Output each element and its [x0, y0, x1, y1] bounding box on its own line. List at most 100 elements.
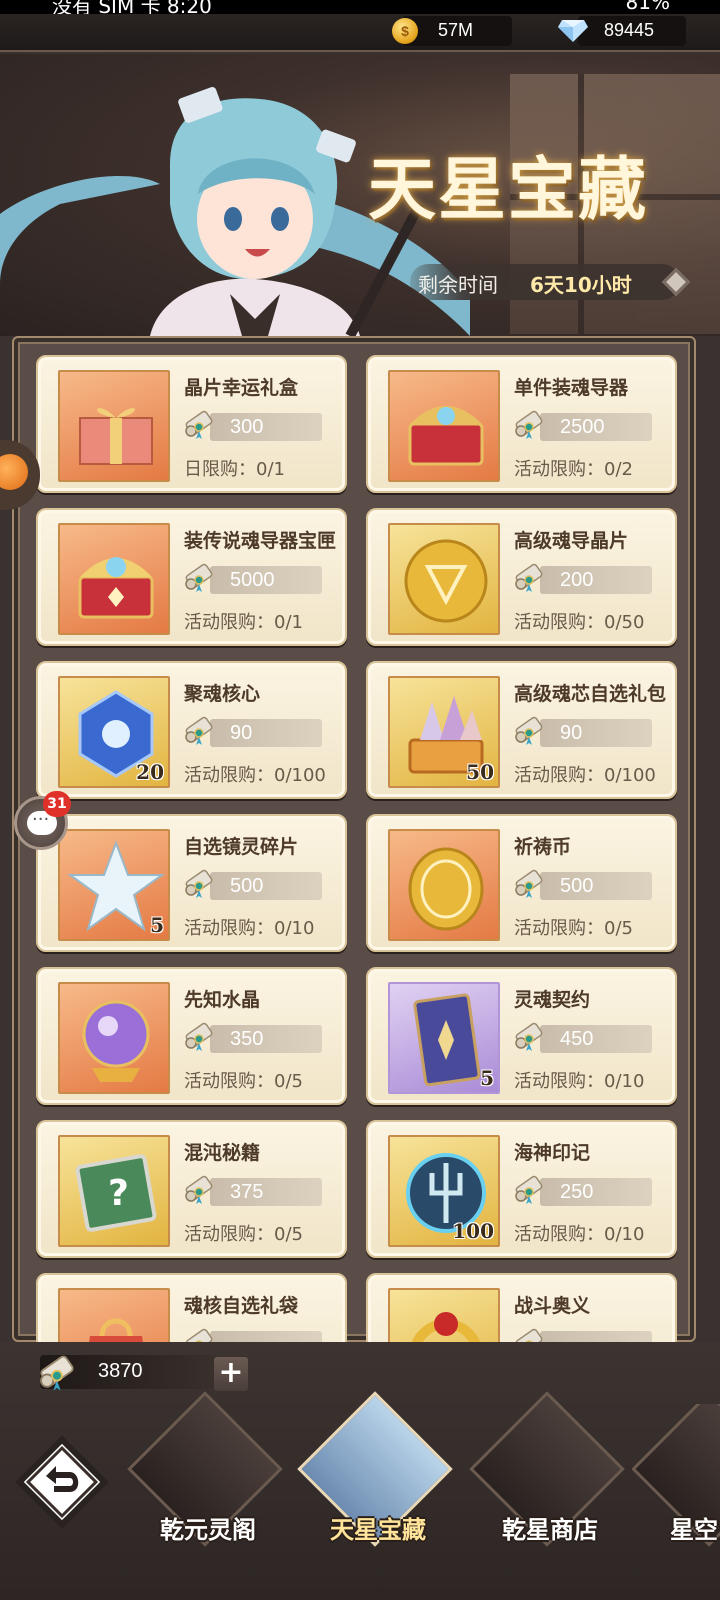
item-name: 先知水晶: [184, 989, 261, 1011]
purchase-limit: 活动限购：0/5: [184, 1224, 303, 1245]
shop-item-card[interactable]: 祈祷币 500 活动限购：0/5: [366, 814, 677, 952]
scroll-ticket-icon: [182, 866, 216, 900]
banner-title: 天星宝藏: [368, 150, 649, 230]
battery-text: 81%: [625, 0, 670, 14]
status-left-text: 没有 SIM 卡 8:20: [52, 0, 212, 14]
item-price: 2500: [560, 416, 605, 438]
scroll-ticket-icon: [512, 1325, 546, 1342]
star-shard-icon: 5: [58, 829, 170, 941]
item-name: 魂核自选礼袋: [184, 1295, 299, 1317]
shop-item-card[interactable]: 先知水晶 350 活动限购：0/5: [36, 967, 347, 1105]
purchase-limit: 活动限购：0/5: [514, 918, 633, 939]
purchase-limit: 活动限购：0/100: [514, 765, 656, 786]
scroll-ticket-icon: [512, 713, 546, 747]
price-bar: 450: [540, 1025, 652, 1053]
tab-xingkong[interactable]: 星空: [632, 1404, 720, 1564]
item-price: 450: [560, 1028, 594, 1050]
shop-item-card[interactable]: 装传说魂导器宝匣 5000 活动限购：0/1: [36, 508, 347, 646]
scroll-ticket-icon: [182, 713, 216, 747]
crystal-chest-icon: 50: [388, 676, 500, 788]
item-quantity: 50: [466, 760, 494, 784]
item-price: 250: [560, 1181, 594, 1203]
gift-box-icon: [58, 370, 170, 482]
price-bar: 350: [210, 1025, 322, 1053]
item-name: 高级魂导晶片: [514, 530, 629, 552]
price-bar: 300: [210, 413, 322, 441]
scroll-ticket-icon: [182, 1172, 216, 1206]
item-name: 战斗奥义: [514, 1295, 591, 1317]
shop-item-card[interactable]: 100 海神印记 250 活动限购：0/10: [366, 1120, 677, 1258]
blue-crystal-icon: 20: [58, 676, 170, 788]
tab-qianyuan-linge[interactable]: 乾元灵阁: [127, 1391, 288, 1564]
scroll-ticket-icon: [182, 1019, 216, 1053]
shop-item-card[interactable]: 5 灵魂契约 450 活动限购：0/10: [366, 967, 677, 1105]
price-bar: 250: [540, 1178, 652, 1206]
item-name: 高级魂芯自选礼包: [514, 683, 667, 705]
timer-label: 剩余时间: [418, 273, 498, 297]
price-bar: 200: [540, 566, 652, 594]
scroll-ticket-icon: [512, 1019, 546, 1053]
gift-bag-icon: [58, 1288, 170, 1342]
trident-emblem-icon: 100: [388, 1135, 500, 1247]
price-bar: 2500: [540, 413, 652, 441]
scroll-ticket-icon: [512, 866, 546, 900]
purchase-limit: 活动限购：0/5: [184, 1071, 303, 1092]
item-price: 90: [230, 722, 253, 744]
price-bar: 375: [210, 1178, 322, 1206]
scroll-ticket-icon: [182, 407, 216, 441]
purchase-limit: 活动限购：0/10: [514, 1224, 645, 1245]
tab-label: 星空: [670, 1515, 718, 1544]
tab-label: 天星宝藏: [330, 1515, 426, 1544]
svg-text:?: ?: [108, 1173, 129, 1214]
scroll-ticket-icon: [182, 1325, 216, 1342]
shop-item-grid[interactable]: 晶片幸运礼盒 300 日限购：0/1 单件装魂导器 2500 活动限购：0/2 装传说魂导器…: [36, 355, 686, 1342]
shop-item-card[interactable]: 高级魂导晶片 200 活动限购：0/50: [366, 508, 677, 646]
shop-item-card[interactable]: 单件装魂导器 2500 活动限购：0/2: [366, 355, 677, 493]
chat-unread-badge: 31: [43, 791, 71, 817]
remaining-time: 剩余时间 6天10小时: [410, 264, 691, 300]
item-price: 200: [560, 569, 594, 591]
shop-item-card[interactable]: 魂核自选礼袋: [36, 1273, 347, 1342]
price-bar: 500: [210, 872, 322, 900]
item-name: 灵魂契约: [514, 989, 591, 1011]
gold-currency[interactable]: $ 57M: [392, 16, 512, 46]
shop-item-card[interactable]: 战斗奥义: [366, 1273, 677, 1342]
item-price: 5000: [230, 569, 275, 591]
diamond-currency[interactable]: 89445: [558, 16, 686, 46]
status-bar: 没有 SIM 卡 8:20 81%: [0, 0, 720, 14]
treasure-chest-icon: [388, 370, 500, 482]
shop-item-card[interactable]: 5 自选镜灵碎片 500 活动限购：0/10: [36, 814, 347, 952]
item-name: 单件装魂导器: [514, 377, 629, 399]
shop-item-card[interactable]: ? 混沌秘籍 375 活动限购：0/5: [36, 1120, 347, 1258]
item-price: 500: [560, 875, 594, 897]
scroll-ticket-icon: [512, 407, 546, 441]
contract-card-icon: 5: [388, 982, 500, 1094]
shop-item-card[interactable]: 50 高级魂芯自选礼包 90 活动限购：0/100: [366, 661, 677, 799]
purchase-limit: 日限购：0/1: [184, 459, 285, 480]
scroll-ticket-icon: [36, 1351, 78, 1393]
purchase-limit: 活动限购：0/10: [184, 918, 315, 939]
price-bar: [210, 1331, 322, 1342]
tab-tianxing-baozang[interactable]: 天星宝藏: [297, 1391, 458, 1564]
chat-button[interactable]: 31: [14, 791, 71, 850]
legend-chest-icon: [58, 523, 170, 635]
item-quantity: 20: [136, 760, 164, 784]
add-tickets-button[interactable]: +: [214, 1357, 248, 1391]
shop-item-card[interactable]: 20 聚魂核心 90 活动限购：0/100: [36, 661, 347, 799]
tab-qianxing-shop[interactable]: 乾星商店: [469, 1391, 630, 1564]
item-quantity: 5: [480, 1066, 494, 1090]
scroll-ticket-icon: [182, 560, 216, 594]
shop-item-card[interactable]: 晶片幸运礼盒 300 日限购：0/1: [36, 355, 347, 493]
purchase-limit: 活动限购：0/100: [184, 765, 326, 786]
back-button[interactable]: [10, 1430, 114, 1534]
mystery-book-icon: ?: [58, 1135, 170, 1247]
item-name: 海神印记: [514, 1142, 591, 1164]
purchase-limit: 活动限购：0/1: [184, 612, 303, 633]
pet-avatar-icon: [0, 454, 28, 490]
crystal-ball-icon: [58, 982, 170, 1094]
tab-label: 乾元灵阁: [160, 1515, 256, 1544]
item-price: 90: [560, 722, 583, 744]
ticket-balance: 3870: [40, 1355, 218, 1389]
tab-label: 乾星商店: [502, 1515, 598, 1544]
gold-value: 57M: [438, 20, 474, 40]
